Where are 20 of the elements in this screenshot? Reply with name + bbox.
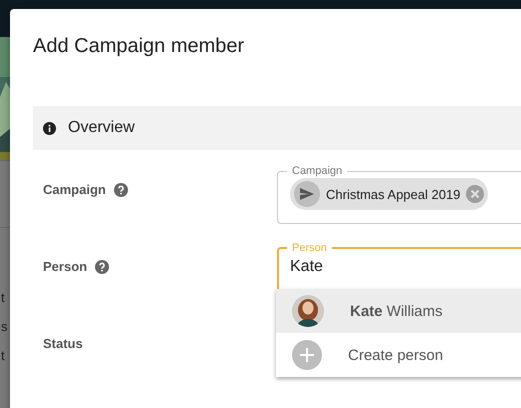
info-icon	[43, 122, 56, 134]
background-text: s	[1, 319, 8, 334]
suggestion-label: Create person	[348, 346, 444, 364]
help-icon[interactable]	[114, 182, 128, 196]
background-text: t	[1, 290, 6, 305]
add-icon	[292, 340, 322, 370]
campaign-field[interactable]: Campaign Christmas Appeal 2019	[277, 165, 521, 224]
campaign-chip[interactable]: Christmas Appeal 2019	[290, 178, 488, 210]
field-label: Person	[43, 259, 88, 274]
avatar	[292, 295, 324, 327]
suggestion-label: Kate Williams	[350, 302, 443, 320]
background-text: t	[1, 348, 6, 363]
send-icon	[300, 188, 314, 200]
field-label: Campaign	[43, 182, 106, 197]
suggestion-item[interactable]: Create person	[276, 333, 521, 377]
field-label: Status	[43, 336, 83, 351]
section-title: Overview	[68, 119, 135, 137]
suggestion-item[interactable]: Kate Williams	[276, 289, 521, 333]
help-icon[interactable]	[95, 260, 110, 274]
dialog-title: Add Campaign member	[33, 35, 246, 59]
